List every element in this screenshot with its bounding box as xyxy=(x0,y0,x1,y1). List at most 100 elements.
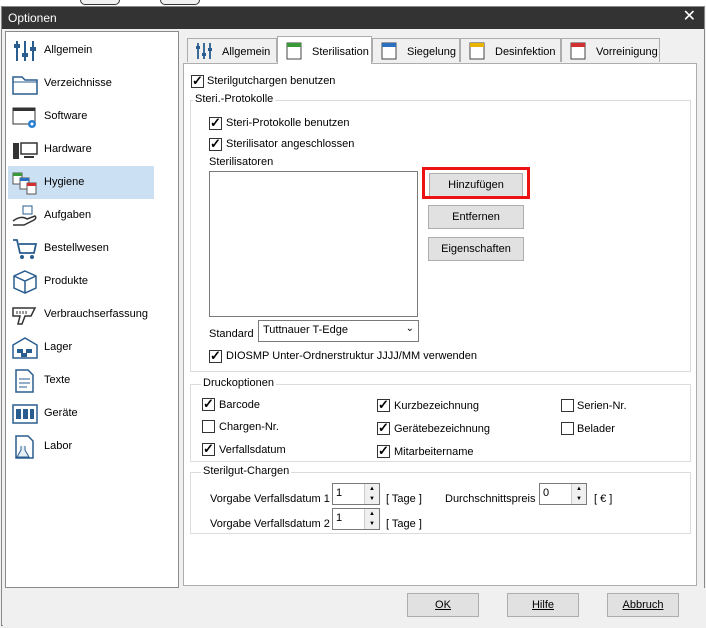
spin-up-icon[interactable]: ▲ xyxy=(364,509,379,519)
use-protocols-checkbox[interactable] xyxy=(209,115,222,131)
sidebar-item-label: Hygiene xyxy=(44,176,85,188)
sidebar-item-hygiene[interactable]: Hygiene xyxy=(8,166,154,199)
standard-select[interactable]: Tuttnauer T-Edge ⌄ xyxy=(258,320,419,342)
expiry1-unit: [ Tage ] xyxy=(386,493,422,505)
tab-label: Allgemein xyxy=(222,46,271,58)
sidebar-item-label: Lager xyxy=(44,341,73,353)
lab-icon xyxy=(11,434,39,460)
cancel-button[interactable]: Abbruch xyxy=(607,593,679,617)
sidebar-item-bestellwesen[interactable]: Bestellwesen xyxy=(8,232,154,265)
avg-price-value: 0 xyxy=(543,487,550,499)
short-name-label: Kurzbezeichnung xyxy=(394,400,480,412)
tab-label: Siegelung xyxy=(407,46,456,58)
expiry2-unit: [ Tage ] xyxy=(386,518,422,530)
help-button[interactable]: Hilfe xyxy=(507,593,579,617)
cart-icon xyxy=(11,236,39,262)
protocols-group-title: Steri.-Protokolle xyxy=(193,93,276,105)
warehouse-icon xyxy=(11,335,39,361)
title-bar: Optionen ✕ xyxy=(2,7,704,29)
tab-siegelung[interactable]: Siegelung xyxy=(372,38,460,62)
sidebar-item-software[interactable]: Software xyxy=(8,100,154,133)
sidebar-item-aufgaben[interactable]: Aufgaben xyxy=(8,199,154,232)
employee-label: Mitarbeitername xyxy=(394,446,474,458)
expiry2-spinner[interactable]: 1 ▲ ▼ xyxy=(332,508,380,530)
sidebar-item-verbrauchserfassung[interactable]: Verbrauchserfassung xyxy=(8,298,154,331)
sidebar-item-label: Bestellwesen xyxy=(44,242,109,254)
device-name-label: Gerätebezeichnung xyxy=(394,423,491,435)
serial-label: Serien-Nr. xyxy=(577,400,627,412)
use-batches-checkbox[interactable] xyxy=(191,73,204,89)
print-options-title: Druckoptionen xyxy=(201,377,276,389)
folder-icon xyxy=(11,71,39,97)
highlight-box xyxy=(422,167,530,199)
sterilizers-listbox[interactable] xyxy=(209,171,418,317)
tab-desinfektion[interactable]: Desinfektion xyxy=(460,38,561,62)
ok-button-label: OK xyxy=(435,599,451,611)
barcode-checkbox[interactable] xyxy=(202,396,215,412)
close-icon[interactable]: ✕ xyxy=(683,8,696,26)
expiry-label: Verfallsdatum xyxy=(219,444,286,456)
print-options-group: Druckoptionen Barcode Chargen-Nr. Verfal… xyxy=(190,377,691,462)
options-dialog: Optionen ✕ Allgemein Verzeichnisse Softw… xyxy=(1,6,705,626)
sidebar-item-geraete[interactable]: Geräte xyxy=(8,397,154,430)
spin-down-icon[interactable]: ▼ xyxy=(571,494,586,504)
standard-select-value: Tuttnauer T-Edge xyxy=(263,324,348,336)
diosmp-checkbox[interactable] xyxy=(209,348,222,364)
tab-vorreinigung[interactable]: Vorreinigung xyxy=(561,38,660,62)
sliders-icon xyxy=(11,38,39,64)
book-blue-icon xyxy=(379,42,399,60)
batches-title: Sterilgut-Chargen xyxy=(201,465,292,477)
sidebar-item-allgemein[interactable]: Allgemein xyxy=(8,34,154,67)
sidebar-item-produkte[interactable]: Produkte xyxy=(8,265,154,298)
window-title: Optionen xyxy=(8,11,57,25)
standard-label: Standard xyxy=(209,328,254,340)
sidebar-item-label: Produkte xyxy=(44,275,89,287)
use-protocols-label: Steri-Protokolle benutzen xyxy=(226,117,350,129)
connected-checkbox[interactable] xyxy=(209,136,222,152)
sidebar-item-label: Labor xyxy=(44,440,73,452)
box-icon xyxy=(11,269,39,295)
loader-checkbox[interactable] xyxy=(561,422,574,435)
category-sidebar: Allgemein Verzeichnisse Software Hardwar… xyxy=(5,31,179,588)
sidebar-item-lager[interactable]: Lager xyxy=(8,331,154,364)
sidebar-item-verzeichnisse[interactable]: Verzeichnisse xyxy=(8,67,154,100)
expiry-checkbox[interactable] xyxy=(202,441,215,457)
expiry1-label: Vorgabe Verfallsdatum 1 xyxy=(210,493,330,505)
sidebar-item-hardware[interactable]: Hardware xyxy=(8,133,154,166)
sterilisation-panel: Sterilgutchargen benutzen Steri.-Protoko… xyxy=(183,63,697,586)
sidebar-item-label: Texte xyxy=(44,374,71,386)
sidebar-item-labor[interactable]: Labor xyxy=(8,430,154,463)
batch-no-checkbox[interactable] xyxy=(202,420,215,433)
use-batches-label: Sterilgutchargen benutzen xyxy=(207,75,336,87)
sidebar-item-label: Verzeichnisse xyxy=(44,77,112,89)
spin-down-icon[interactable]: ▼ xyxy=(364,519,379,529)
tab-allgemein[interactable]: Allgemein xyxy=(187,38,277,62)
expiry2-value: 1 xyxy=(336,512,343,524)
devices-icon xyxy=(11,401,39,427)
serial-checkbox[interactable] xyxy=(561,399,574,412)
barcode-scanner-icon xyxy=(11,302,39,328)
book-red-icon xyxy=(568,42,588,60)
sidebar-item-texte[interactable]: Texte xyxy=(8,364,154,397)
expiry1-spinner[interactable]: 1 ▲ ▼ xyxy=(332,483,380,505)
batch-no-label: Chargen-Nr. xyxy=(219,421,279,433)
spin-down-icon[interactable]: ▼ xyxy=(364,494,379,504)
avg-price-label: Durchschnittspreis xyxy=(445,493,536,505)
connected-label: Sterilisator angeschlossen xyxy=(226,138,355,150)
remove-button[interactable]: Entfernen xyxy=(428,205,524,229)
tab-label: Sterilisation xyxy=(312,46,369,58)
software-gear-icon xyxy=(11,104,39,130)
device-name-checkbox[interactable] xyxy=(377,420,390,436)
spin-up-icon[interactable]: ▲ xyxy=(571,484,586,494)
avg-price-spinner[interactable]: 0 ▲ ▼ xyxy=(539,483,587,505)
book-green-icon xyxy=(284,42,304,60)
sliders-icon xyxy=(194,42,214,60)
employee-checkbox[interactable] xyxy=(377,443,390,459)
short-name-checkbox[interactable] xyxy=(377,397,390,413)
ok-button[interactable]: OK xyxy=(407,593,479,617)
tab-sterilisation[interactable]: Sterilisation xyxy=(277,36,372,64)
spin-up-icon[interactable]: ▲ xyxy=(364,484,379,494)
help-button-label: Hilfe xyxy=(531,599,554,611)
barcode-label: Barcode xyxy=(219,399,260,411)
properties-button[interactable]: Eigenschaften xyxy=(428,237,524,261)
